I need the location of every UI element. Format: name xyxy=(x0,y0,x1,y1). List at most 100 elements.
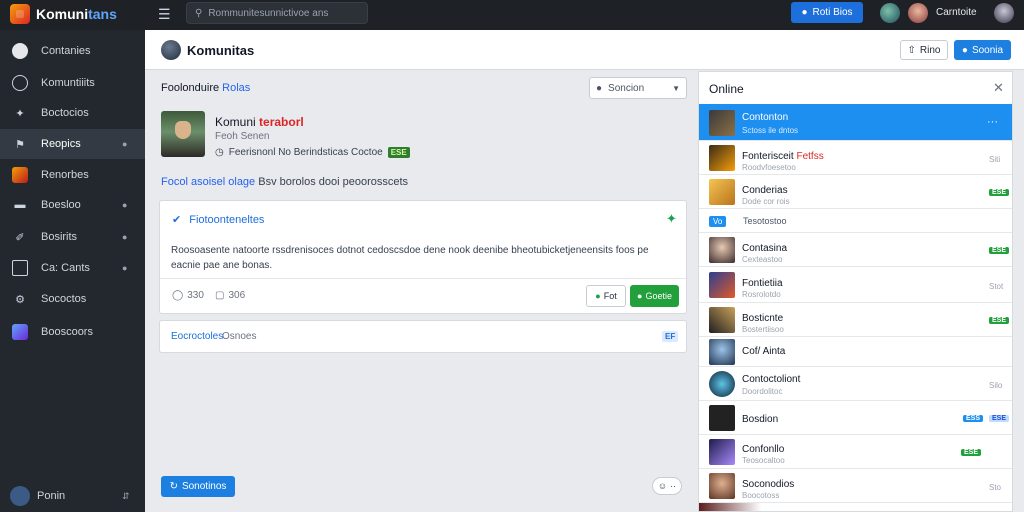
breadcrumb-link[interactable]: Rolas xyxy=(222,82,250,94)
notifications-avatar[interactable] xyxy=(880,3,900,23)
chat-icon xyxy=(12,75,28,91)
avatar xyxy=(10,486,30,506)
clock-icon: ◷ xyxy=(215,147,224,158)
sidebar-item-reopics[interactable]: ⚑ Reopics ● xyxy=(0,129,145,159)
pin-icon[interactable]: ✦ xyxy=(666,211,677,227)
sidebar-footer[interactable]: Ponin ⇵ xyxy=(0,480,145,512)
card2-tag: EF xyxy=(662,331,679,342)
menu-icon[interactable]: ☰ xyxy=(158,6,171,23)
sidebar-item-bosirits[interactable]: ✐ Bosirits ● xyxy=(0,222,145,252)
sidebar-item-komuntiiits[interactable]: Komuntiiits xyxy=(0,68,145,98)
sidebar-item-label: Booscoors xyxy=(41,326,93,338)
profile-avatar[interactable] xyxy=(994,3,1014,23)
post-card: ✔ Fiotoonteneltes ✦ Roosoasente natoorte… xyxy=(159,200,687,314)
list-item[interactable]: Conderias Dode cor rois ESE xyxy=(699,174,1012,208)
likes-count[interactable]: ◯ 330 xyxy=(172,290,204,301)
secondary-button[interactable]: ⇧ Rino xyxy=(900,40,948,60)
more-icon[interactable]: ··· xyxy=(987,116,998,128)
list-item[interactable]: Bosdion ESS ESE xyxy=(699,400,1012,434)
list-item-name: Soconodios xyxy=(742,479,795,490)
list-item-status: Silo xyxy=(989,381,1003,390)
confirm-button[interactable]: ● Goetie xyxy=(630,285,679,307)
avatar xyxy=(709,272,735,298)
sidebar-item-booscoors[interactable]: Booscoors xyxy=(0,317,145,347)
sidebar-item-ca-cants[interactable]: Ca: Cants ● xyxy=(0,253,145,283)
create-button[interactable]: ● Roti Bios xyxy=(791,2,863,23)
list-item-status: Siti xyxy=(989,155,1001,164)
status-badge: ESE xyxy=(989,415,1010,422)
logo[interactable]: Komunitans xyxy=(10,4,117,24)
list-item-name: Contasina xyxy=(742,243,788,254)
like-icon: ◯ xyxy=(172,290,184,301)
list-item[interactable]: Confonllo Teosocaltoo ESE xyxy=(699,434,1012,468)
list-item-name: Bosdion xyxy=(742,414,779,425)
more-options-button[interactable]: ☺ ·· xyxy=(652,477,682,495)
comments-count[interactable]: ▢ 306 xyxy=(215,290,245,301)
list-item[interactable]: Contonton Sctoss ile dntos ··· xyxy=(699,104,1012,140)
sidebar-item-boctocios[interactable]: ✦ Boctocios xyxy=(0,98,145,128)
sidebar-item-boesloo[interactable]: ▬ Boesloo ● xyxy=(0,190,145,220)
list-item[interactable]: Fonterisceit Fetfss Roodvfoesetoo Siti xyxy=(699,140,1012,174)
more-icon: ·· xyxy=(670,481,677,491)
avatar[interactable] xyxy=(908,3,928,23)
list-item[interactable]: Fontietiia Rosrolotdo Stot xyxy=(699,266,1012,302)
list-item-status: Sto xyxy=(989,483,1002,492)
list-item[interactable]: Contoctoliont Doordolitoc Silo xyxy=(699,366,1012,400)
breadcrumb-text: Foolonduire xyxy=(161,82,220,94)
list-item[interactable]: Contasina Cexteastoo ESE xyxy=(699,232,1012,266)
sidebar-item-contanies[interactable]: Contanies xyxy=(0,36,145,66)
bottom-action-button[interactable]: ↻ Sonotinos xyxy=(161,476,235,497)
share-icon: ⇧ xyxy=(907,44,916,56)
confirm-button-label: Goetie xyxy=(645,291,672,301)
card-title[interactable]: ✔ Fiotoonteneltes xyxy=(172,213,264,227)
logo-icon xyxy=(10,4,30,24)
close-icon[interactable]: ✕ xyxy=(993,80,1004,96)
sort-select[interactable]: ● Soncion ▼ xyxy=(589,77,687,99)
sidebar-item-label: Contanies xyxy=(41,45,91,57)
secondary-card[interactable]: Eocroctoles Osnoes EF xyxy=(159,320,687,353)
link-icon: ✔ xyxy=(172,214,182,226)
username[interactable]: Carntoite xyxy=(936,7,977,18)
comment-icon: ▢ xyxy=(215,290,225,301)
panel-title: Online xyxy=(709,82,744,96)
section-link[interactable]: Focol asoisel olage xyxy=(161,176,255,188)
post-author[interactable]: Komuni teraborl xyxy=(215,115,304,129)
chevron-right-icon: ● xyxy=(122,139,128,149)
section-heading: Focol asoisel olage Bsv borolos dooi peo… xyxy=(161,176,408,188)
logo-accent: tans xyxy=(88,6,117,22)
section-text: Bsv borolos dooi peoorosscets xyxy=(258,176,409,188)
list-item[interactable]: Vo Tesotostoo xyxy=(699,208,1012,232)
plus-icon: ● xyxy=(961,44,968,56)
sidebar-item-label: Boctocios xyxy=(41,107,89,119)
avatar xyxy=(709,307,735,333)
chevron-updown-icon: ⇵ xyxy=(122,490,130,501)
list-item[interactable]: Cof/ Ainta xyxy=(699,336,1012,366)
list-item[interactable]: Soconodios Boocotoss Sto xyxy=(699,468,1012,502)
page-title: Komunitas xyxy=(187,43,255,58)
chevron-right-icon: ● xyxy=(122,232,128,242)
primary-button[interactable]: ● Soonia xyxy=(954,40,1011,60)
sidebar-item-label: Bosirits xyxy=(41,231,78,243)
secondary-button-label: Rino xyxy=(919,44,941,56)
list-item-name-highlight: Fetfss xyxy=(796,151,824,162)
list-item[interactable] xyxy=(699,502,1012,511)
sidebar-item-renorbes[interactable]: Renorbes xyxy=(0,160,145,190)
search-input[interactable]: ⚲ Rommunitesunnictivoe ans xyxy=(186,2,368,24)
flag-icon: ⚑ xyxy=(15,138,25,151)
avatar xyxy=(709,237,735,263)
list-item[interactable]: Bosticnte Bostertiisoo ESE xyxy=(699,302,1012,336)
card2-label: Eocroctoles xyxy=(171,331,224,342)
sidebar-item-sococtos[interactable]: ⚙ Sococtos xyxy=(0,284,145,314)
card-icon xyxy=(12,260,28,276)
post-avatar[interactable] xyxy=(161,111,205,157)
list-item-sub: Roodvfoesetoo xyxy=(742,163,796,172)
list-item-status: Stot xyxy=(989,282,1004,291)
likes-value: 330 xyxy=(187,290,204,301)
post-meta: ◷ Feerisnonl No Berindsticas Coctoe ESE xyxy=(215,147,410,158)
brush-icon: ✐ xyxy=(15,231,25,244)
chevron-down-icon: ▼ xyxy=(672,83,680,93)
list-item-sub: Rosrolotdo xyxy=(742,290,781,299)
reply-button[interactable]: ● Fot xyxy=(586,285,626,307)
avatar xyxy=(709,145,735,171)
status-badge: ESE xyxy=(989,317,1010,324)
